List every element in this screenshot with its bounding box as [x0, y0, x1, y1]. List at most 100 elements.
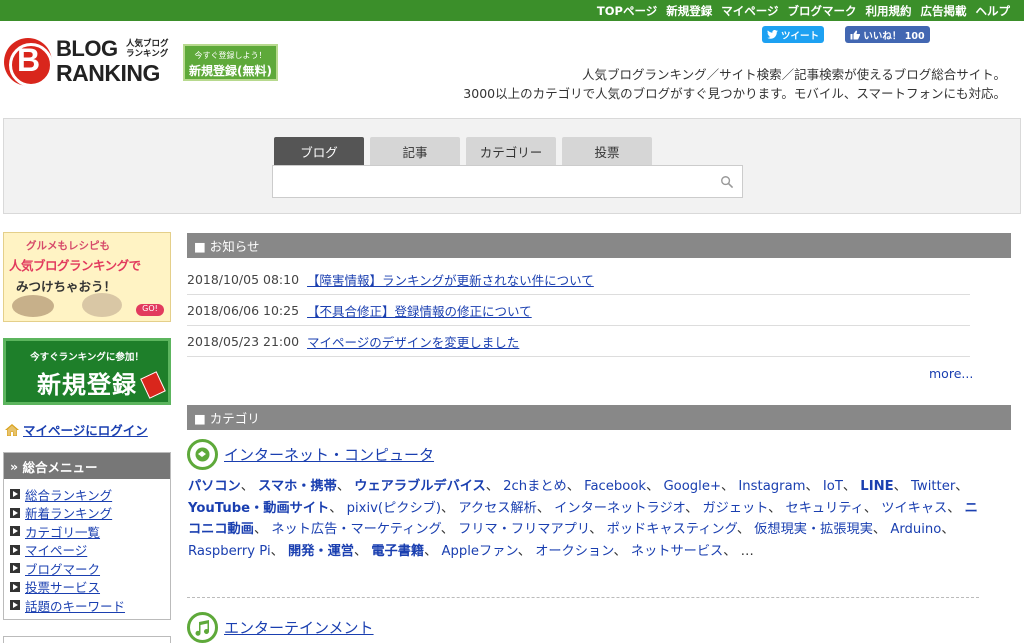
menu-link-keywords[interactable]: 話題のキーワード [25, 596, 125, 615]
search-input[interactable] [273, 166, 703, 197]
home-icon [5, 423, 19, 436]
search-tabs: ブログ 記事 カテゴリー 投票 [274, 137, 652, 165]
category-title-entertainment: エンターテインメント [187, 612, 374, 643]
news-item: 2018/05/23 21:00 マイページのデザインを変更しました [187, 326, 970, 357]
category-sublink[interactable]: ツイキャス [881, 501, 947, 516]
site-tagline: 人気ブログランキング／サイト検索／記事検索が使えるブログ総合サイト。 3000以… [463, 65, 1006, 103]
general-menu-list: 総合ランキング 新着ランキング カテゴリ一覧 マイページ ブログマーク 投票サー… [4, 479, 170, 615]
menu-item: マイページ [10, 541, 170, 560]
menu-link-blogmark[interactable]: ブログマーク [25, 559, 100, 578]
category-sublink[interactable]: YouTube・動画サイト [188, 501, 329, 516]
category-sublink[interactable]: ネットサービス [631, 544, 723, 559]
topnav-top[interactable]: TOPページ [597, 3, 657, 19]
category-link-entertainment[interactable]: エンターテインメント [224, 617, 374, 638]
thumbs-up-icon [850, 30, 861, 39]
top-nav: TOPページ 新規登録 マイページ ブログマーク 利用規約 広告掲載 ヘルプ [597, 0, 1010, 21]
category-sublink[interactable]: ネット広告・マーケティング [271, 522, 440, 537]
category-sublink[interactable]: pixiv(ピクシブ) [347, 501, 441, 516]
tweet-button[interactable]: ツイート [762, 26, 824, 43]
header-register-big: 新規登録(無料) [189, 64, 272, 78]
search-box [272, 165, 743, 198]
news-item: 2018/10/05 08:10 【障害情報】ランキングが更新されない件について [187, 264, 970, 295]
tab-article[interactable]: 記事 [370, 137, 460, 165]
arrow-right-icon [10, 581, 20, 592]
like-label: いいね！ 100 [863, 30, 925, 42]
category-sublink[interactable]: Arduino [890, 522, 941, 537]
logo-text-ranking: RANKING [56, 60, 160, 86]
category-sublink[interactable]: Instagram [738, 479, 805, 494]
category-sublink[interactable]: 電子書籍 [371, 544, 424, 559]
category-sublink[interactable]: フリマ・フリマアプリ [458, 522, 589, 537]
register-banner[interactable]: 今すぐランキングに参加！ 新規登録 [3, 338, 171, 405]
logo-mark-icon: B [4, 38, 53, 87]
general-menu-title: » 総合メニュー [4, 453, 170, 479]
news-link[interactable]: マイページのデザインを変更しました [307, 332, 519, 351]
arrow-right-icon [10, 489, 20, 500]
news-link[interactable]: 【障害情報】ランキングが更新されない件について [307, 270, 594, 289]
header-register-button[interactable]: 今すぐ登録しよう！ 新規登録(無料) [183, 44, 278, 81]
category-link-internet[interactable]: インターネット・コンピュータ [224, 444, 434, 465]
category-sublink[interactable]: ウェアラブルデバイス [354, 479, 485, 494]
category-sublink[interactable]: Google+ [663, 479, 721, 494]
twitter-bird-icon [767, 30, 778, 39]
globe-computer-icon [187, 439, 218, 470]
news-date: 2018/06/06 10:25 [187, 302, 300, 318]
topnav-mypage[interactable]: マイページ [721, 3, 778, 19]
logo-subtitle: 人気ブログランキング [126, 39, 169, 59]
menu-item: 話題のキーワード [10, 596, 170, 615]
mypage-login-link[interactable]: マイページにログイン [23, 420, 148, 439]
tweet-label: ツイート [780, 30, 819, 42]
menu-link-new-ranking[interactable]: 新着ランキング [25, 503, 112, 522]
tagline-line-1: 人気ブログランキング／サイト検索／記事検索が使えるブログ総合サイト。 [581, 67, 1006, 82]
menu-link-category-list[interactable]: カテゴリ一覧 [25, 522, 100, 541]
food-onigiri-icon [82, 293, 122, 317]
site-logo[interactable]: B BLOG RANKING 人気ブログランキング [4, 36, 176, 88]
menu-link-total-ranking[interactable]: 総合ランキング [25, 485, 112, 504]
general-menu: » 総合メニュー 総合ランキング 新着ランキング カテゴリ一覧 マイページ ブロ… [3, 452, 171, 620]
category-sublink[interactable]: 仮想現実・拡張現実 [754, 522, 873, 537]
news-more-link[interactable]: more... [929, 366, 973, 381]
tab-blog[interactable]: ブログ [274, 137, 364, 165]
category-sublink[interactable]: オークション [535, 544, 613, 559]
arrow-right-icon [10, 526, 20, 537]
category-sublinks-internet: パソコン、 スマホ・携帯、 ウェアラブルデバイス、 2chまとめ、 Facebo… [188, 479, 978, 559]
category-sublink[interactable]: 2chまとめ [503, 479, 567, 494]
news-link[interactable]: 【不具合修正】登録情報の修正について [307, 301, 532, 320]
arrow-right-icon [10, 507, 20, 518]
tab-vote[interactable]: 投票 [562, 137, 652, 165]
arrow-right-icon [10, 600, 20, 611]
category-section-title: ■ カテゴリ [187, 405, 1011, 430]
category-sublink[interactable]: LINE [860, 479, 893, 494]
tab-category[interactable]: カテゴリー [466, 137, 556, 165]
food-dish-icon [12, 295, 54, 317]
category-sublink[interactable]: インターネットラジオ [554, 501, 685, 516]
category-sublink[interactable]: パソコン [188, 479, 241, 494]
category-sublink[interactable]: Raspberry Pi [188, 544, 271, 559]
menu-item: カテゴリ一覧 [10, 522, 170, 541]
topnav-ads[interactable]: 広告掲載 [921, 3, 967, 19]
gourmet-banner[interactable]: グルメもレシピも 人気ブログランキングで みつけちゃおう！ GO! [3, 232, 171, 322]
category-sublink[interactable]: ポッドキャスティング [607, 522, 737, 537]
topnav-terms[interactable]: 利用規約 [866, 3, 912, 19]
category-sublink[interactable]: ガジェット [702, 501, 768, 516]
top-bar: TOPページ 新規登録 マイページ ブログマーク 利用規約 広告掲載 ヘルプ [0, 0, 1024, 21]
menu-link-vote-service[interactable]: 投票サービス [25, 577, 100, 596]
menu-item: 新着ランキング [10, 504, 170, 523]
next-menu-box [3, 636, 171, 643]
category-sublink[interactable]: IoT [823, 479, 843, 494]
topnav-register[interactable]: 新規登録 [666, 3, 712, 19]
category-sublink[interactable]: スマホ・携帯 [258, 479, 337, 494]
category-sublink[interactable]: 開発・運営 [288, 544, 354, 559]
category-sublink[interactable]: Appleファン [441, 544, 517, 559]
search-icon[interactable] [720, 175, 734, 189]
topnav-blogmark[interactable]: ブログマーク [788, 3, 857, 19]
tagline-line-2: 3000以上のカテゴリで人気のブログがすぐ見つかります。モバイル、スマートフォン… [463, 86, 1006, 101]
like-button[interactable]: いいね！ 100 [845, 26, 930, 43]
topnav-help[interactable]: ヘルプ [976, 3, 1011, 19]
category-sublink[interactable]: Facebook [584, 479, 646, 494]
menu-link-mypage[interactable]: マイページ [25, 540, 87, 559]
category-sublink[interactable]: アクセス解析 [458, 501, 536, 516]
category-sublink[interactable]: Twitter [911, 479, 955, 494]
category-sublink[interactable]: セキュリティ [786, 501, 864, 516]
gourmet-banner-line1: グルメもレシピも [26, 240, 110, 252]
